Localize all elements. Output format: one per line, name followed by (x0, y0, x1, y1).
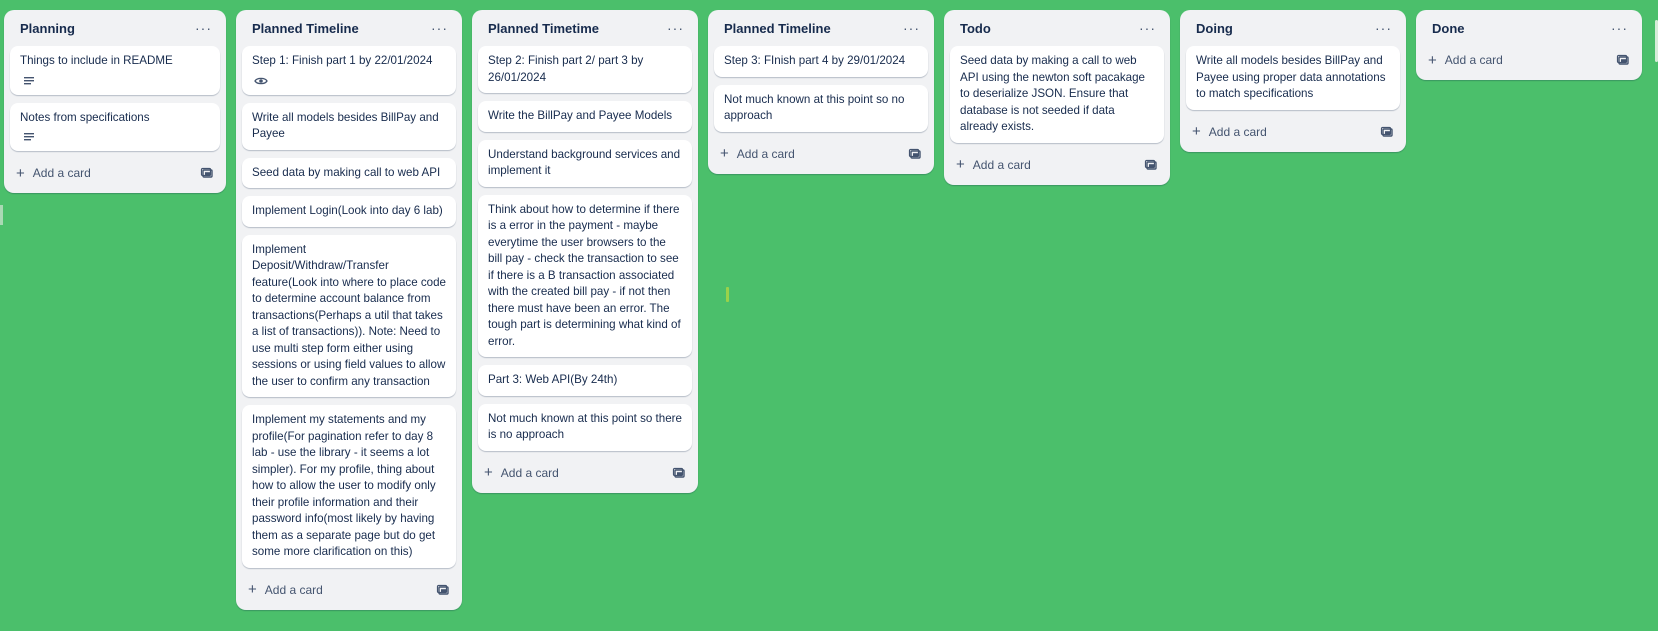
eye-icon (254, 77, 268, 84)
list-title[interactable]: Planned Timetime (488, 21, 599, 36)
list-header: Planned Timeline ··· (714, 10, 928, 46)
list-done: Done ··· + Add a card (1416, 10, 1642, 80)
card[interactable]: Write the BillPay and Payee Models (478, 101, 692, 132)
list-menu-button[interactable]: ··· (667, 20, 684, 36)
list-header: Doing ··· (1186, 10, 1400, 46)
list-menu-button[interactable]: ··· (1611, 20, 1628, 36)
add-card-row: + Add a card (242, 576, 456, 604)
list-menu-button[interactable]: ··· (1139, 20, 1156, 36)
list-header: Planning ··· (10, 10, 220, 46)
plus-icon: + (956, 156, 965, 173)
card[interactable]: Think about how to determine if there is… (478, 194, 692, 357)
card[interactable]: Write all models besides BillPay and Pay… (1186, 46, 1400, 110)
list-title[interactable]: Planning (20, 21, 75, 36)
list-menu-button[interactable]: ··· (903, 20, 920, 36)
card-title: Seed data by making a call to web API us… (960, 54, 1145, 133)
card[interactable]: Step 2: Finish part 2/ part 3 by 26/01/2… (478, 46, 692, 93)
create-from-template-icon[interactable] (436, 583, 450, 597)
add-card-button[interactable]: Add a card (737, 147, 795, 161)
list-title[interactable]: Done (1432, 21, 1465, 36)
card-title: Step 1: Finish part 1 by 22/01/2024 (252, 54, 433, 67)
add-card-row: + Add a card (10, 159, 220, 187)
create-from-template-icon[interactable] (1144, 158, 1158, 172)
list-planning: Planning ··· Things to include in README… (4, 10, 226, 193)
list-planned-timeline-step3: Planned Timeline ··· Step 3: FInish part… (708, 10, 934, 174)
list-title[interactable]: Todo (960, 21, 991, 36)
card[interactable]: Write all models besides BillPay and Pay… (242, 102, 456, 150)
list-planned-timeline: Planned Timeline ··· Step 1: Finish part… (236, 10, 462, 610)
add-card-button[interactable]: Add a card (1445, 53, 1503, 67)
list-title[interactable]: Doing (1196, 21, 1233, 36)
list-doing: Doing ··· Write all models besides BillP… (1180, 10, 1406, 152)
list-title[interactable]: Planned Timeline (252, 21, 359, 36)
card[interactable]: Understand background services and imple… (478, 139, 692, 187)
add-card-row: + Add a card (478, 459, 692, 487)
create-from-template-icon[interactable] (672, 466, 686, 480)
plus-icon: + (720, 145, 729, 162)
create-from-template-icon[interactable] (1380, 125, 1394, 139)
card-title: Understand background services and imple… (488, 147, 681, 178)
plus-icon: + (484, 464, 493, 481)
card-title: Implement my statements and my profile(F… (252, 413, 436, 558)
add-card-button[interactable]: Add a card (1209, 125, 1267, 139)
card[interactable]: Implement Deposit/Withdraw/Transfer feat… (242, 234, 456, 397)
card-title: Not much known at this point so there is… (488, 411, 682, 442)
plus-icon: + (1192, 123, 1201, 140)
list-todo: Todo ··· Seed data by making a call to w… (944, 10, 1170, 185)
card-title: Notes from specifications (20, 110, 150, 124)
card-title: Implement Deposit/Withdraw/Transfer feat… (252, 242, 446, 388)
card-title: Seed data by making call to web API (252, 165, 441, 179)
plus-icon: + (1428, 51, 1437, 69)
card[interactable]: Notes from specifications (10, 102, 220, 151)
list-header: Planned Timeline ··· (242, 10, 456, 46)
description-icon (24, 76, 34, 84)
card-title: Things to include in README (20, 54, 173, 67)
drag-indicator (726, 287, 729, 302)
card[interactable]: Part 3: Web API(By 24th) (478, 365, 692, 396)
list-header: Todo ··· (950, 10, 1164, 46)
add-card-row: + Add a card (714, 140, 928, 168)
card[interactable]: Things to include in README (10, 46, 220, 95)
add-card-row: + Add a card (1186, 118, 1400, 146)
card-title: Write all models besides BillPay and Pay… (1196, 54, 1386, 100)
card[interactable]: Seed data by making call to web API (242, 157, 456, 188)
add-card-row: + Add a card (1422, 46, 1636, 74)
card-title: Part 3: Web API(By 24th) (488, 373, 618, 386)
card[interactable]: Step 3: FInish part 4 by 29/01/2024 (714, 46, 928, 77)
list-menu-button[interactable]: ··· (431, 20, 448, 36)
add-card-button[interactable]: Add a card (33, 166, 91, 180)
list-edge-strip (0, 205, 3, 225)
create-from-template-icon[interactable] (1616, 53, 1630, 67)
card-title: Not much known at this point so no appro… (724, 92, 905, 123)
card[interactable]: Not much known at this point so there is… (478, 403, 692, 451)
add-card-button[interactable]: Add a card (973, 158, 1031, 172)
list-menu-button[interactable]: ··· (195, 20, 212, 36)
add-card-row: + Add a card (950, 151, 1164, 179)
create-from-template-icon[interactable] (908, 147, 922, 161)
card[interactable]: Implement my statements and my profile(F… (242, 405, 456, 568)
add-card-button[interactable]: Add a card (265, 583, 323, 597)
add-card-button[interactable]: Add a card (501, 466, 559, 480)
card-title: Implement Login(Look into day 6 lab) (252, 204, 443, 217)
list-menu-button[interactable]: ··· (1375, 20, 1392, 36)
create-from-template-icon[interactable] (200, 166, 214, 180)
plus-icon: + (16, 164, 25, 182)
card-title: Step 3: FInish part 4 by 29/01/2024 (724, 54, 906, 67)
list-header: Done ··· (1422, 10, 1636, 46)
card[interactable]: Implement Login(Look into day 6 lab) (242, 196, 456, 227)
plus-icon: + (248, 581, 257, 598)
card-title: Write all models besides BillPay and Pay… (252, 110, 439, 141)
card-title: Step 2: Finish part 2/ part 3 by 26/01/2… (488, 54, 644, 84)
list-planned-timetime: Planned Timetime ··· Step 2: Finish part… (472, 10, 698, 493)
card[interactable]: Seed data by making a call to web API us… (950, 46, 1164, 143)
description-icon (24, 133, 34, 141)
list-title[interactable]: Planned Timeline (724, 21, 831, 36)
card-title: Write the BillPay and Payee Models (488, 109, 673, 122)
card-title: Think about how to determine if there is… (488, 202, 681, 348)
list-header: Planned Timetime ··· (478, 10, 692, 46)
card[interactable]: Step 1: Finish part 1 by 22/01/2024 (242, 46, 456, 95)
board-canvas: Planning ··· Things to include in README… (0, 10, 1658, 631)
card[interactable]: Not much known at this point so no appro… (714, 84, 928, 132)
